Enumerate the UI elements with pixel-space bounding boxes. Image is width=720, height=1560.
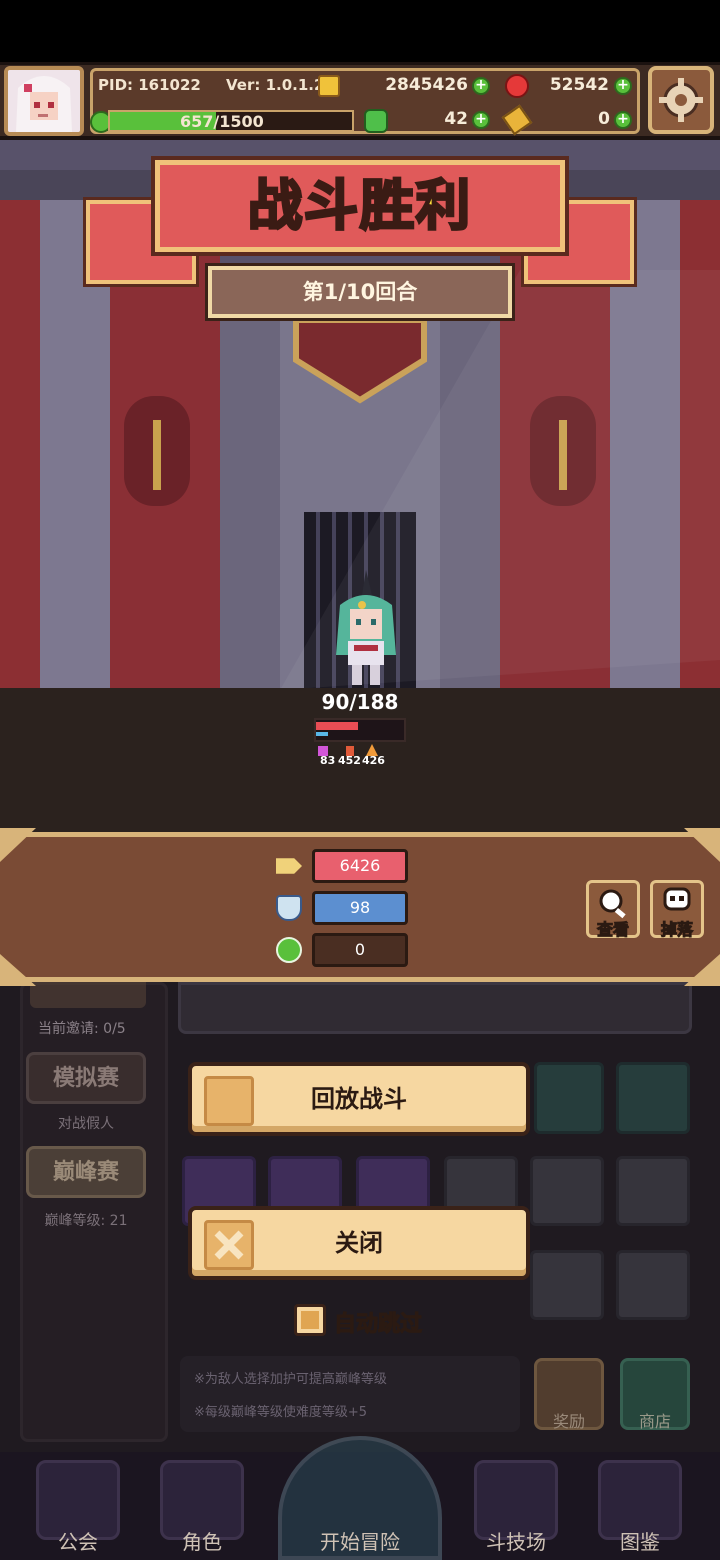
sim-match-sub: 对战假人: [58, 1116, 114, 1132]
add-gold-icon[interactable]: +: [472, 77, 490, 95]
game-version: Ver: 1.0.1.2: [226, 76, 325, 94]
victory-title: 战斗胜利: [247, 173, 472, 239]
skill-slot-infinity-locked[interactable]: [616, 1250, 690, 1320]
nav-adventure[interactable]: 开始冒险: [290, 1526, 430, 1555]
battle-preview-strip: [178, 982, 692, 1034]
close-x-icon: [204, 1220, 254, 1270]
skill-slot-skull-locked[interactable]: [616, 1156, 690, 1226]
attack-value: 6426: [312, 849, 408, 883]
peak-level: 巅峰等级: 21: [44, 1213, 128, 1229]
tip-1: ※为敌人选择加护可提高巅峰等级: [194, 1372, 387, 1387]
add-key-icon[interactable]: +: [614, 111, 632, 129]
skill-slot-axe-locked[interactable]: [530, 1250, 604, 1320]
shield-defense-icon: [276, 895, 302, 921]
drop-label: 掉落: [660, 920, 693, 940]
reward-label: 奖励: [552, 1412, 585, 1431]
energy-text: 657/1500: [180, 112, 264, 131]
shop-label: 商店: [638, 1412, 671, 1431]
replay-battle-button[interactable]: 回放战斗: [188, 1062, 530, 1136]
view-label: 查看: [596, 920, 629, 940]
player-id: PID: 161022: [98, 76, 201, 94]
gem-amount: 52542: [549, 75, 609, 95]
nav-codex[interactable]: 图鉴: [590, 1526, 690, 1555]
invite-status: 当前邀请: 0/5: [38, 1021, 126, 1037]
add-gem-icon[interactable]: +: [614, 77, 632, 95]
hero-stat-3: 426: [362, 754, 385, 767]
round-indicator: 第1/10回合: [302, 280, 418, 304]
skill-slot-paw[interactable]: [534, 1062, 604, 1134]
auto-skip-label: 自动跳过: [333, 1312, 423, 1338]
player-avatar[interactable]: [4, 66, 84, 136]
hero-stat-2: 452: [338, 754, 361, 767]
hero-character[interactable]: [326, 565, 406, 690]
nav-arena[interactable]: 斗技场: [466, 1526, 566, 1555]
game-screen: { "header": { "pid": "PID: 161022", "ver…: [0, 0, 720, 1560]
heal-clover-icon: [276, 937, 302, 963]
peak-match-label: 巅峰赛: [52, 1160, 119, 1185]
tip-2: ※每级巅峰等级使难度等级+5: [194, 1405, 368, 1420]
key-amount: 0: [598, 109, 610, 129]
hero-status-bars: [314, 718, 406, 742]
ruby-gem-icon: [505, 74, 529, 98]
heal-value: 0: [312, 933, 408, 967]
invite-match-tab[interactable]: [30, 982, 146, 1008]
skill-slot-sun-locked[interactable]: [530, 1156, 604, 1226]
nav-character[interactable]: 角色: [152, 1526, 252, 1555]
nav-guild[interactable]: 公会: [28, 1526, 128, 1555]
replay-icon: [204, 1076, 254, 1126]
gold-coin-icon: [318, 75, 340, 97]
clover-amount: 42: [444, 109, 468, 129]
sim-match-label: 模拟赛: [52, 1066, 119, 1091]
close-button[interactable]: 关闭: [188, 1206, 530, 1280]
hero-stat-1: 83: [320, 754, 336, 767]
checkmark-icon: [301, 1311, 319, 1329]
hero-mp-fill: [316, 732, 329, 736]
add-clover-icon[interactable]: +: [472, 111, 490, 129]
settings-button[interactable]: [648, 66, 714, 134]
hero-hp-text: 90/188: [321, 690, 399, 714]
defense-value: 98: [312, 891, 408, 925]
gold-amount: 2845426: [385, 75, 468, 95]
gear-icon: [659, 78, 703, 122]
hero-hp-fill: [316, 722, 359, 730]
auto-skip-checkbox[interactable]: [294, 1304, 326, 1336]
clover-icon: [364, 109, 388, 133]
skill-slot-claw[interactable]: [616, 1062, 690, 1134]
